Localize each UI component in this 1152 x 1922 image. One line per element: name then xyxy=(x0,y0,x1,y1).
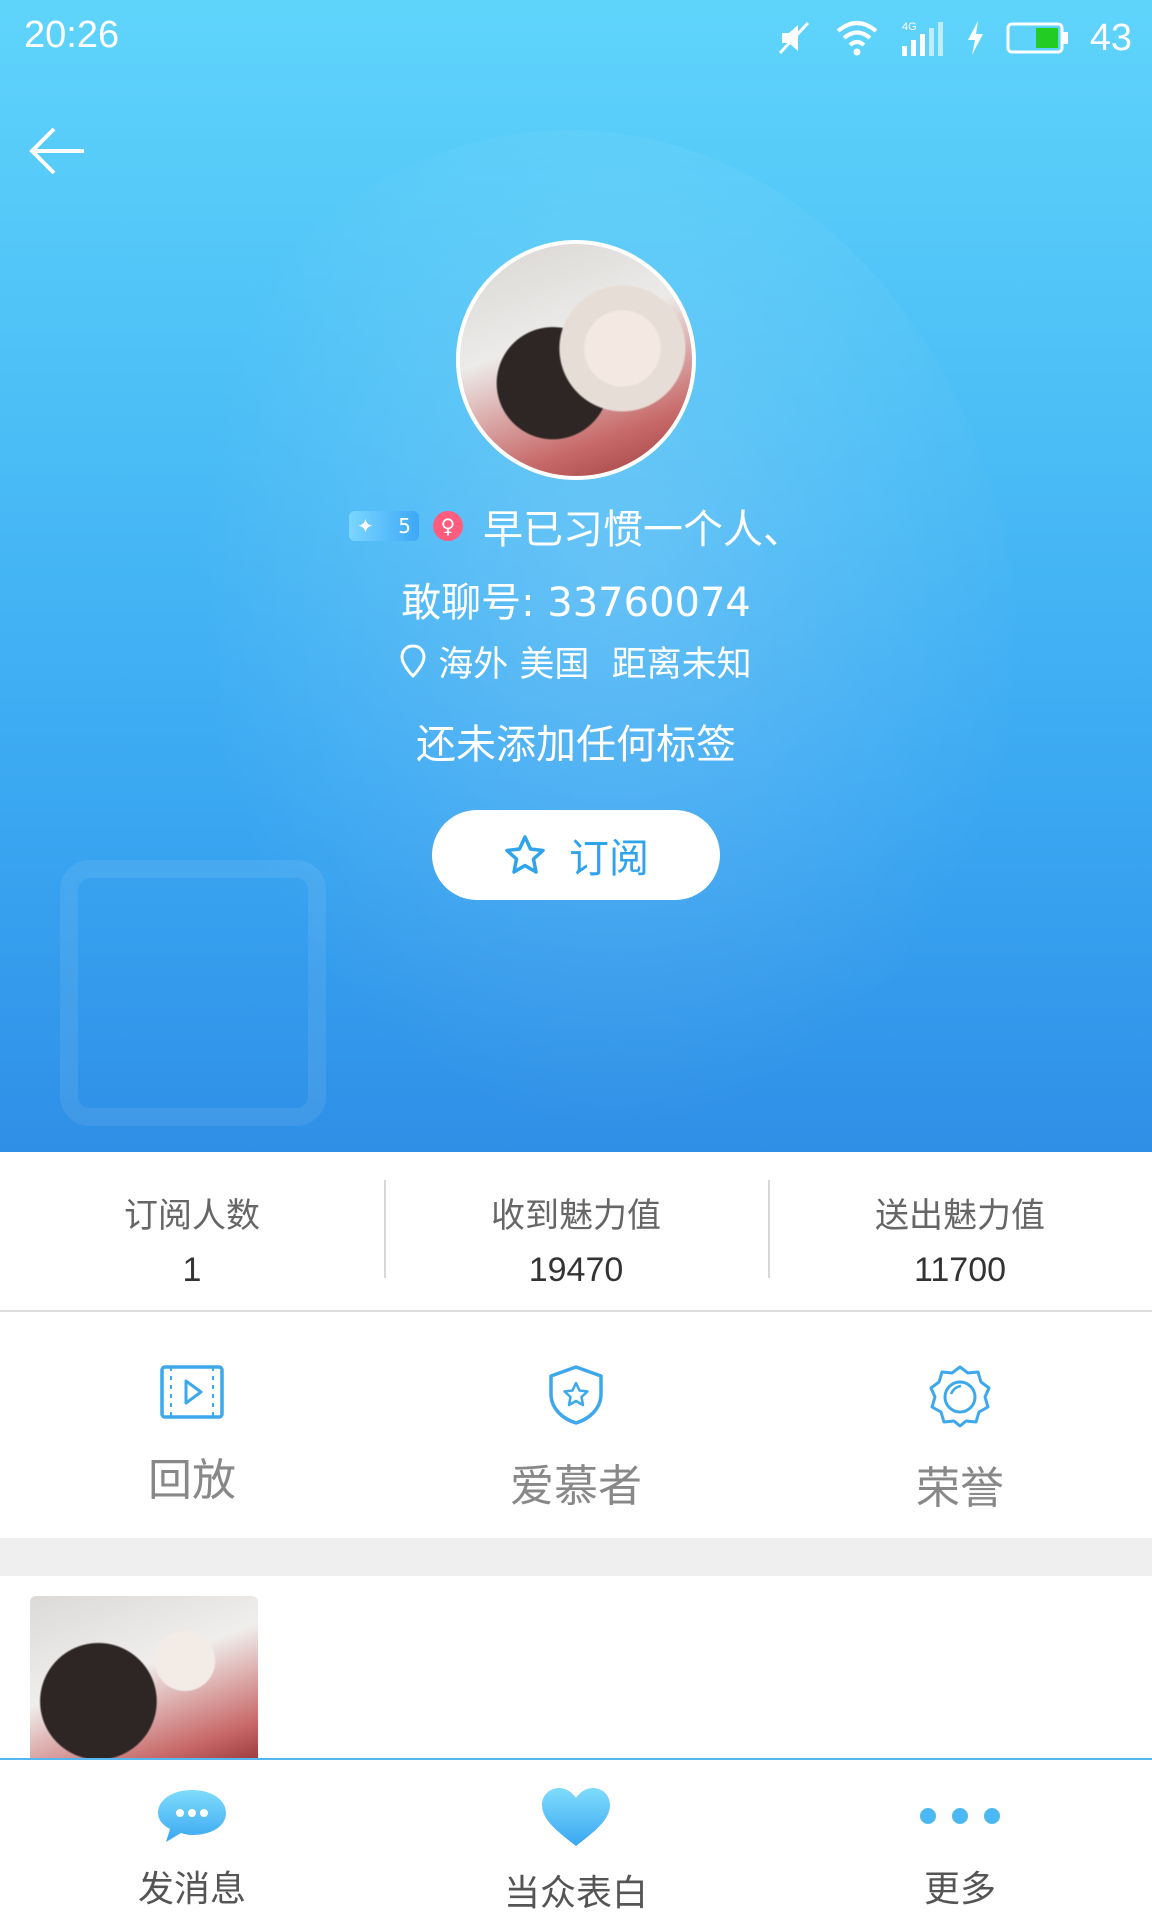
feature-row: 回放 爱慕者 荣誉 xyxy=(0,1312,1152,1538)
feature-admirers[interactable]: 爱慕者 xyxy=(384,1312,768,1538)
star-icon xyxy=(505,835,545,874)
tab-label: 发消息 xyxy=(137,1869,246,1910)
location-row: 海外 美国 距离未知 xyxy=(0,636,1152,686)
tab-more[interactable]: 更多 xyxy=(768,1760,1152,1922)
stat-charm-received[interactable]: 收到魅力值 19470 xyxy=(384,1152,768,1310)
status-time: 20:26 xyxy=(24,14,120,56)
stats-bar: 订阅人数 1 收到魅力值 19470 送出魅力值 11700 xyxy=(0,1152,1152,1312)
location-pin-icon xyxy=(400,644,426,678)
heart-icon xyxy=(542,1788,610,1846)
name-row: ✦ 5 ♀ 早已习惯一个人、 xyxy=(0,500,1152,553)
message-bubble-icon xyxy=(158,1790,226,1842)
stat-value: 11700 xyxy=(913,1251,1007,1289)
bottom-action-bar: 发消息 当众表白 更多 xyxy=(0,1758,1152,1922)
watermark-logo xyxy=(60,860,326,1126)
status-bar: 20:26 4G 43 xyxy=(0,0,1152,76)
tags-empty-text: 还未添加任何标签 xyxy=(416,722,736,768)
feature-honor[interactable]: 荣誉 xyxy=(768,1312,1152,1538)
stat-charm-sent[interactable]: 送出魅力值 11700 xyxy=(768,1152,1152,1310)
profile-header: 20:26 4G 43 ✦ 5 ♀ 早已习惯一个人、 敢聊号: 33760074… xyxy=(0,0,1152,1152)
nickname: 早已习惯一个人、 xyxy=(483,507,803,553)
stat-subscribers[interactable]: 订阅人数 1 xyxy=(0,1152,384,1310)
battery-icon xyxy=(1006,22,1068,54)
feature-label: 荣誉 xyxy=(916,1463,1004,1514)
admirer-shield-icon xyxy=(549,1365,603,1425)
wifi-icon xyxy=(836,21,878,56)
level-badge: ✦ 5 xyxy=(349,511,419,541)
svg-text:4G: 4G xyxy=(902,21,917,33)
user-id: 敢聊号: 33760074 xyxy=(401,580,751,626)
feature-playback[interactable]: 回放 xyxy=(0,1312,384,1538)
feature-label: 爱慕者 xyxy=(510,1461,642,1512)
gallery-photo[interactable] xyxy=(30,1596,258,1758)
sparkle-icon: ✦ xyxy=(357,514,374,538)
feature-label: 回放 xyxy=(148,1455,236,1506)
avatar[interactable] xyxy=(456,240,696,480)
tab-send-message[interactable]: 发消息 xyxy=(0,1760,384,1922)
level-number: 5 xyxy=(398,514,411,538)
back-arrow-icon[interactable] xyxy=(26,124,88,178)
tab-label: 更多 xyxy=(923,1869,996,1910)
mute-icon xyxy=(778,21,809,55)
stat-value: 1 xyxy=(182,1251,202,1289)
photo-gallery xyxy=(0,1576,1152,1758)
playback-icon xyxy=(160,1365,224,1419)
tab-label: 当众表白 xyxy=(503,1873,648,1914)
female-icon: ♀ xyxy=(433,511,463,541)
subscribe-button[interactable]: 订阅 xyxy=(432,810,720,900)
stat-label: 收到魅力值 xyxy=(491,1196,661,1236)
charging-icon xyxy=(967,21,983,55)
tab-public-confession[interactable]: 当众表白 xyxy=(384,1760,768,1922)
more-dots-icon xyxy=(920,1808,1000,1824)
honor-badge-icon xyxy=(929,1365,991,1428)
section-divider xyxy=(0,1538,1152,1576)
stat-value: 19470 xyxy=(528,1251,624,1289)
location-text: 海外 美国 距离未知 xyxy=(438,644,752,685)
signal-4g-icon: 4G xyxy=(901,21,943,56)
stat-label: 订阅人数 xyxy=(124,1196,260,1236)
subscribe-label: 订阅 xyxy=(569,836,649,882)
battery-percent: 43 xyxy=(1089,16,1132,59)
stat-label: 送出魅力值 xyxy=(875,1196,1045,1236)
